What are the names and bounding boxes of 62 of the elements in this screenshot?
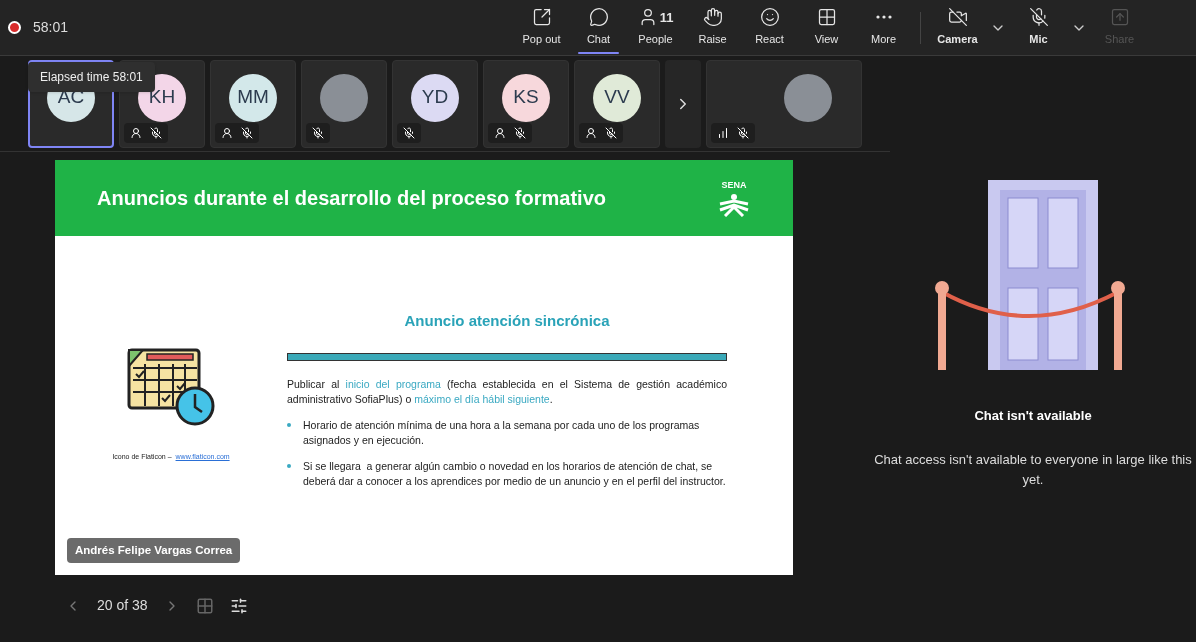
calendar-clock-icon — [125, 346, 217, 428]
person-status-icon — [494, 126, 506, 139]
mic-off-icon — [312, 126, 324, 139]
mic-off-icon — [403, 126, 415, 139]
avatar: VV — [593, 73, 641, 122]
avatar: YD — [411, 73, 459, 122]
chat-unavailable-title: Chat isn't available — [974, 407, 1092, 425]
signal-icon — [717, 126, 729, 139]
avatar: KS — [502, 73, 550, 122]
mic-off-icon — [514, 126, 526, 139]
slide-title: Anuncios durante el desarrollo del proceso formativo — [97, 186, 606, 211]
chat-unavailable-message: Chat access isn't available to everyone in large like this yet. — [873, 450, 1193, 489]
more-button[interactable]: More — [855, 1, 912, 54]
sliders-icon[interactable] — [229, 596, 248, 615]
more-icon — [875, 15, 892, 20]
presenter-name-tag: Andrés Felipe Vargas Correa — [67, 537, 241, 563]
person-status-icon — [221, 126, 233, 139]
people-count: 11 — [659, 8, 674, 27]
person-status-icon — [130, 126, 142, 139]
people-button[interactable]: 11 People — [627, 1, 684, 54]
logo-text: SENA — [721, 179, 747, 193]
chat-button[interactable]: Chat — [570, 1, 627, 54]
intro-paragraph: Publicar al inicio del programa (fecha establecida en el Sistema de gestión académico administrativo SofiaPlus) o máximo el día hábil siguiente. — [287, 376, 727, 407]
mic-button[interactable]: Mic — [1010, 1, 1067, 54]
popout-button[interactable]: Pop out — [513, 1, 570, 54]
participant-tile[interactable]: MM — [210, 59, 296, 148]
participant-tile[interactable] — [706, 59, 862, 148]
selected-indicator — [578, 51, 619, 54]
camera-off-icon — [947, 7, 968, 28]
participant-tile[interactable]: YD — [392, 59, 478, 148]
elapsed-time: 58:01 — [33, 18, 69, 37]
participant-tile[interactable]: KS — [483, 59, 569, 148]
bullet-text: Horario de atención mínima de una hora a la semana por cada uno de los programas asignados y en ejecución. — [303, 417, 701, 448]
react-button[interactable]: React — [741, 1, 798, 54]
mic-off-icon — [1028, 7, 1049, 28]
participant-tile[interactable]: VV — [574, 59, 660, 148]
bullet-text: Si se llegara a generar algún cambio o novedad en los horarios de atención de chat, se deberá dar a conocer a los aprendices por medio de un anuncio y en el perfil del instructor. — [303, 458, 727, 489]
raise-button[interactable]: Raise — [684, 1, 741, 54]
bullet-icon — [287, 422, 291, 427]
avatar-placeholder — [784, 73, 832, 122]
view-button[interactable]: View — [798, 1, 855, 54]
mic-off-icon — [241, 126, 253, 139]
grid-icon — [816, 7, 837, 28]
mic-off-icon — [150, 126, 162, 139]
share-icon — [1109, 7, 1130, 28]
slide-subtitle: Anuncio atención sincrónica — [403, 311, 611, 331]
chat-icon — [588, 7, 609, 28]
person-status-icon — [585, 126, 597, 139]
slide-counter: 20 of 38 — [97, 596, 148, 615]
popout-icon — [531, 7, 552, 28]
hand-icon — [702, 7, 723, 28]
camera-button[interactable]: Camera — [929, 1, 986, 54]
bullet-icon — [287, 463, 291, 468]
avatar-placeholder — [320, 73, 368, 122]
mic-off-icon — [737, 126, 749, 139]
logo-icon — [717, 192, 751, 217]
tooltip: Elapsed time 58:01 — [28, 62, 155, 92]
mic-off-icon — [605, 126, 617, 139]
avatar: MM — [229, 73, 277, 122]
smiley-icon — [759, 7, 780, 28]
participant-tile[interactable] — [301, 59, 387, 148]
grid-icon[interactable] — [195, 596, 214, 615]
